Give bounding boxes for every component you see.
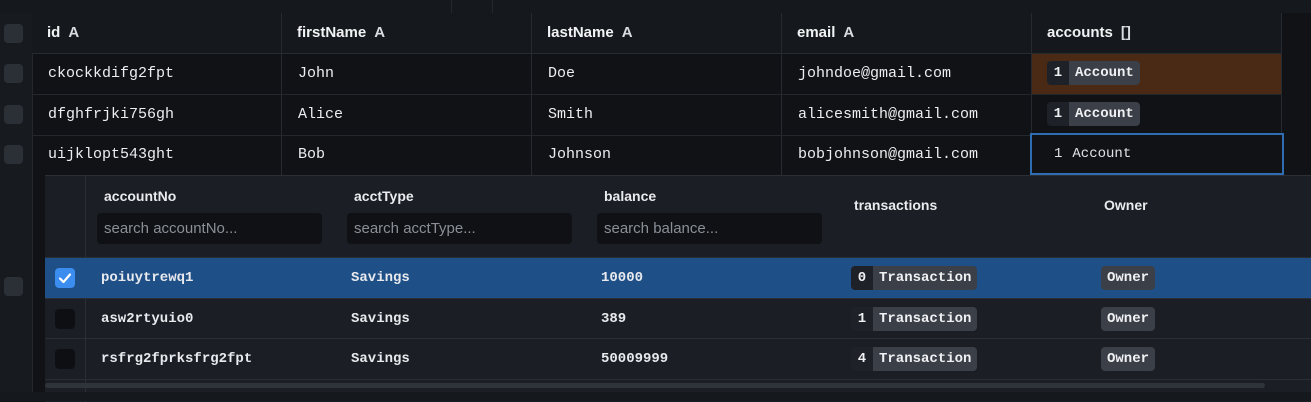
cell-id[interactable]: dfghfrjki756gh <box>48 95 174 135</box>
transactions-pill[interactable]: 0 Transaction <box>851 266 978 290</box>
bottom-bar <box>0 392 1311 401</box>
string-type-icon: A <box>621 24 633 41</box>
relation-label: Owner <box>1101 266 1156 290</box>
table-row[interactable]: dfghfrjki756gh Alice Smith alicesmith@gm… <box>32 95 1282 136</box>
search-accountno-input[interactable] <box>97 213 322 244</box>
nested-table-row[interactable]: poiuytrewq1 Savings 10000 0 Transaction O… <box>45 257 1311 298</box>
column-header-transactions[interactable]: transactions <box>854 197 937 213</box>
row-checkbox[interactable] <box>4 145 23 164</box>
cell-lastname[interactable]: Johnson <box>548 135 611 175</box>
relation-label: Account <box>1069 61 1140 85</box>
cell-lastname[interactable]: Smith <box>548 95 593 135</box>
relation-label: Account <box>1069 102 1140 126</box>
table-row[interactable]: ckockkdifg2fpt John Doe johndoe@gmail.co… <box>32 54 1282 95</box>
checkmark-icon <box>58 273 72 284</box>
relation-label: Transaction <box>873 347 978 371</box>
nested-table-header: accountNo acctType balance transactions … <box>86 176 1311 257</box>
cell-accttype[interactable]: Savings <box>351 339 410 379</box>
cell-firstname[interactable]: John <box>298 54 334 94</box>
relation-label: Transaction <box>873 307 978 331</box>
column-name: id <box>47 24 61 41</box>
owner-pill[interactable]: Owner <box>1101 266 1156 290</box>
cell-balance[interactable]: 10000 <box>601 258 643 298</box>
transactions-pill[interactable]: 1 Transaction <box>851 307 978 331</box>
search-balance-input[interactable] <box>597 213 822 244</box>
divider <box>492 0 493 13</box>
column-header-accounts[interactable]: accounts [] <box>1047 13 1131 53</box>
string-type-icon: A <box>843 24 855 41</box>
cell-accttype[interactable]: Savings <box>351 299 410 339</box>
column-header-id[interactable]: id A <box>47 13 79 53</box>
column-header-accountno[interactable]: accountNo <box>104 188 176 204</box>
relation-count: 1 <box>1054 146 1063 162</box>
list-type-icon: [] <box>1120 24 1131 41</box>
column-header-balance[interactable]: balance <box>604 188 656 204</box>
string-type-icon: A <box>68 24 80 41</box>
column-header-lastname[interactable]: lastName A <box>547 13 633 53</box>
row-checkbox[interactable] <box>4 105 23 124</box>
owner-pill[interactable]: Owner <box>1101 307 1156 331</box>
relation-count: 0 <box>851 266 873 290</box>
column-header-email[interactable]: email A <box>797 13 854 53</box>
column-name: firstName <box>297 24 367 41</box>
relation-count: 1 <box>1047 61 1069 85</box>
cell-accttype[interactable]: Savings <box>351 258 410 298</box>
cell-accounts-expanded[interactable]: 1 Account <box>1030 133 1284 175</box>
divider <box>451 0 452 13</box>
row-checkbox[interactable] <box>4 64 23 83</box>
cell-email[interactable]: bobjohnson@gmail.com <box>798 135 978 175</box>
row-checkbox[interactable] <box>4 277 23 296</box>
cell-balance[interactable]: 389 <box>601 299 626 339</box>
relation-count: 1 <box>851 307 873 331</box>
cell-accountno[interactable]: poiuytrewq1 <box>101 258 193 298</box>
column-header-firstname[interactable]: firstName A <box>297 13 385 53</box>
horizontal-scrollbar[interactable] <box>45 383 1265 388</box>
search-accttype-input[interactable] <box>347 213 572 244</box>
cell-accountno[interactable]: rsfrg2fprksfrg2fpt <box>101 339 252 379</box>
cell-id[interactable]: uijklopt543ght <box>48 135 174 175</box>
column-name: lastName <box>547 24 614 41</box>
string-type-icon: A <box>374 24 386 41</box>
row-checkbox[interactable] <box>55 349 75 369</box>
cell-accounts[interactable]: 1 Account <box>1032 54 1281 94</box>
transactions-pill[interactable]: 4 Transaction <box>851 347 978 371</box>
owner-pill[interactable]: Owner <box>1101 347 1156 371</box>
column-header-accttype[interactable]: acctType <box>354 188 414 204</box>
row-checkbox-checked[interactable] <box>55 268 75 288</box>
relation-count: 4 <box>851 347 873 371</box>
relation-pill[interactable]: 1 Account <box>1047 102 1140 126</box>
nested-table-row[interactable]: rsfrg2fprksfrg2fpt Savings 50009999 4 Tra… <box>45 338 1311 380</box>
cell-email[interactable]: johndoe@gmail.com <box>798 54 951 94</box>
cell-id[interactable]: ckockkdifg2fpt <box>48 54 174 94</box>
column-name: accounts <box>1047 24 1113 41</box>
nested-table-row[interactable]: asw2rtyuio0 Savings 389 1 Transaction Own… <box>45 298 1311 339</box>
cell-lastname[interactable]: Doe <box>548 54 575 94</box>
cell-accountno[interactable]: asw2rtyuio0 <box>101 299 193 339</box>
relation-label: Owner <box>1101 347 1156 371</box>
cell-firstname[interactable]: Bob <box>298 135 325 175</box>
cell-balance[interactable]: 50009999 <box>601 339 668 379</box>
table-header: id A firstName A lastName A email A accounts… <box>32 13 1282 54</box>
relation-text: 1 Account <box>1054 135 1131 173</box>
cell-accounts[interactable]: 1 Account <box>1032 95 1281 135</box>
cell-firstname[interactable]: Alice <box>298 95 343 135</box>
relation-label: Transaction <box>873 266 978 290</box>
column-name: email <box>797 24 836 41</box>
relation-label: Owner <box>1101 307 1156 331</box>
column-header-owner[interactable]: Owner <box>1104 197 1148 213</box>
top-strip <box>0 0 1311 13</box>
nested-accounts-table: accountNo acctType balance transactions … <box>45 175 1311 402</box>
relation-label: Account <box>1072 146 1132 162</box>
row-checkbox[interactable] <box>55 309 75 329</box>
relation-pill[interactable]: 1 Account <box>1047 61 1140 85</box>
relation-count: 1 <box>1047 102 1069 126</box>
select-all-checkbox[interactable] <box>4 24 23 43</box>
cell-email[interactable]: alicesmith@gmail.com <box>798 95 978 135</box>
